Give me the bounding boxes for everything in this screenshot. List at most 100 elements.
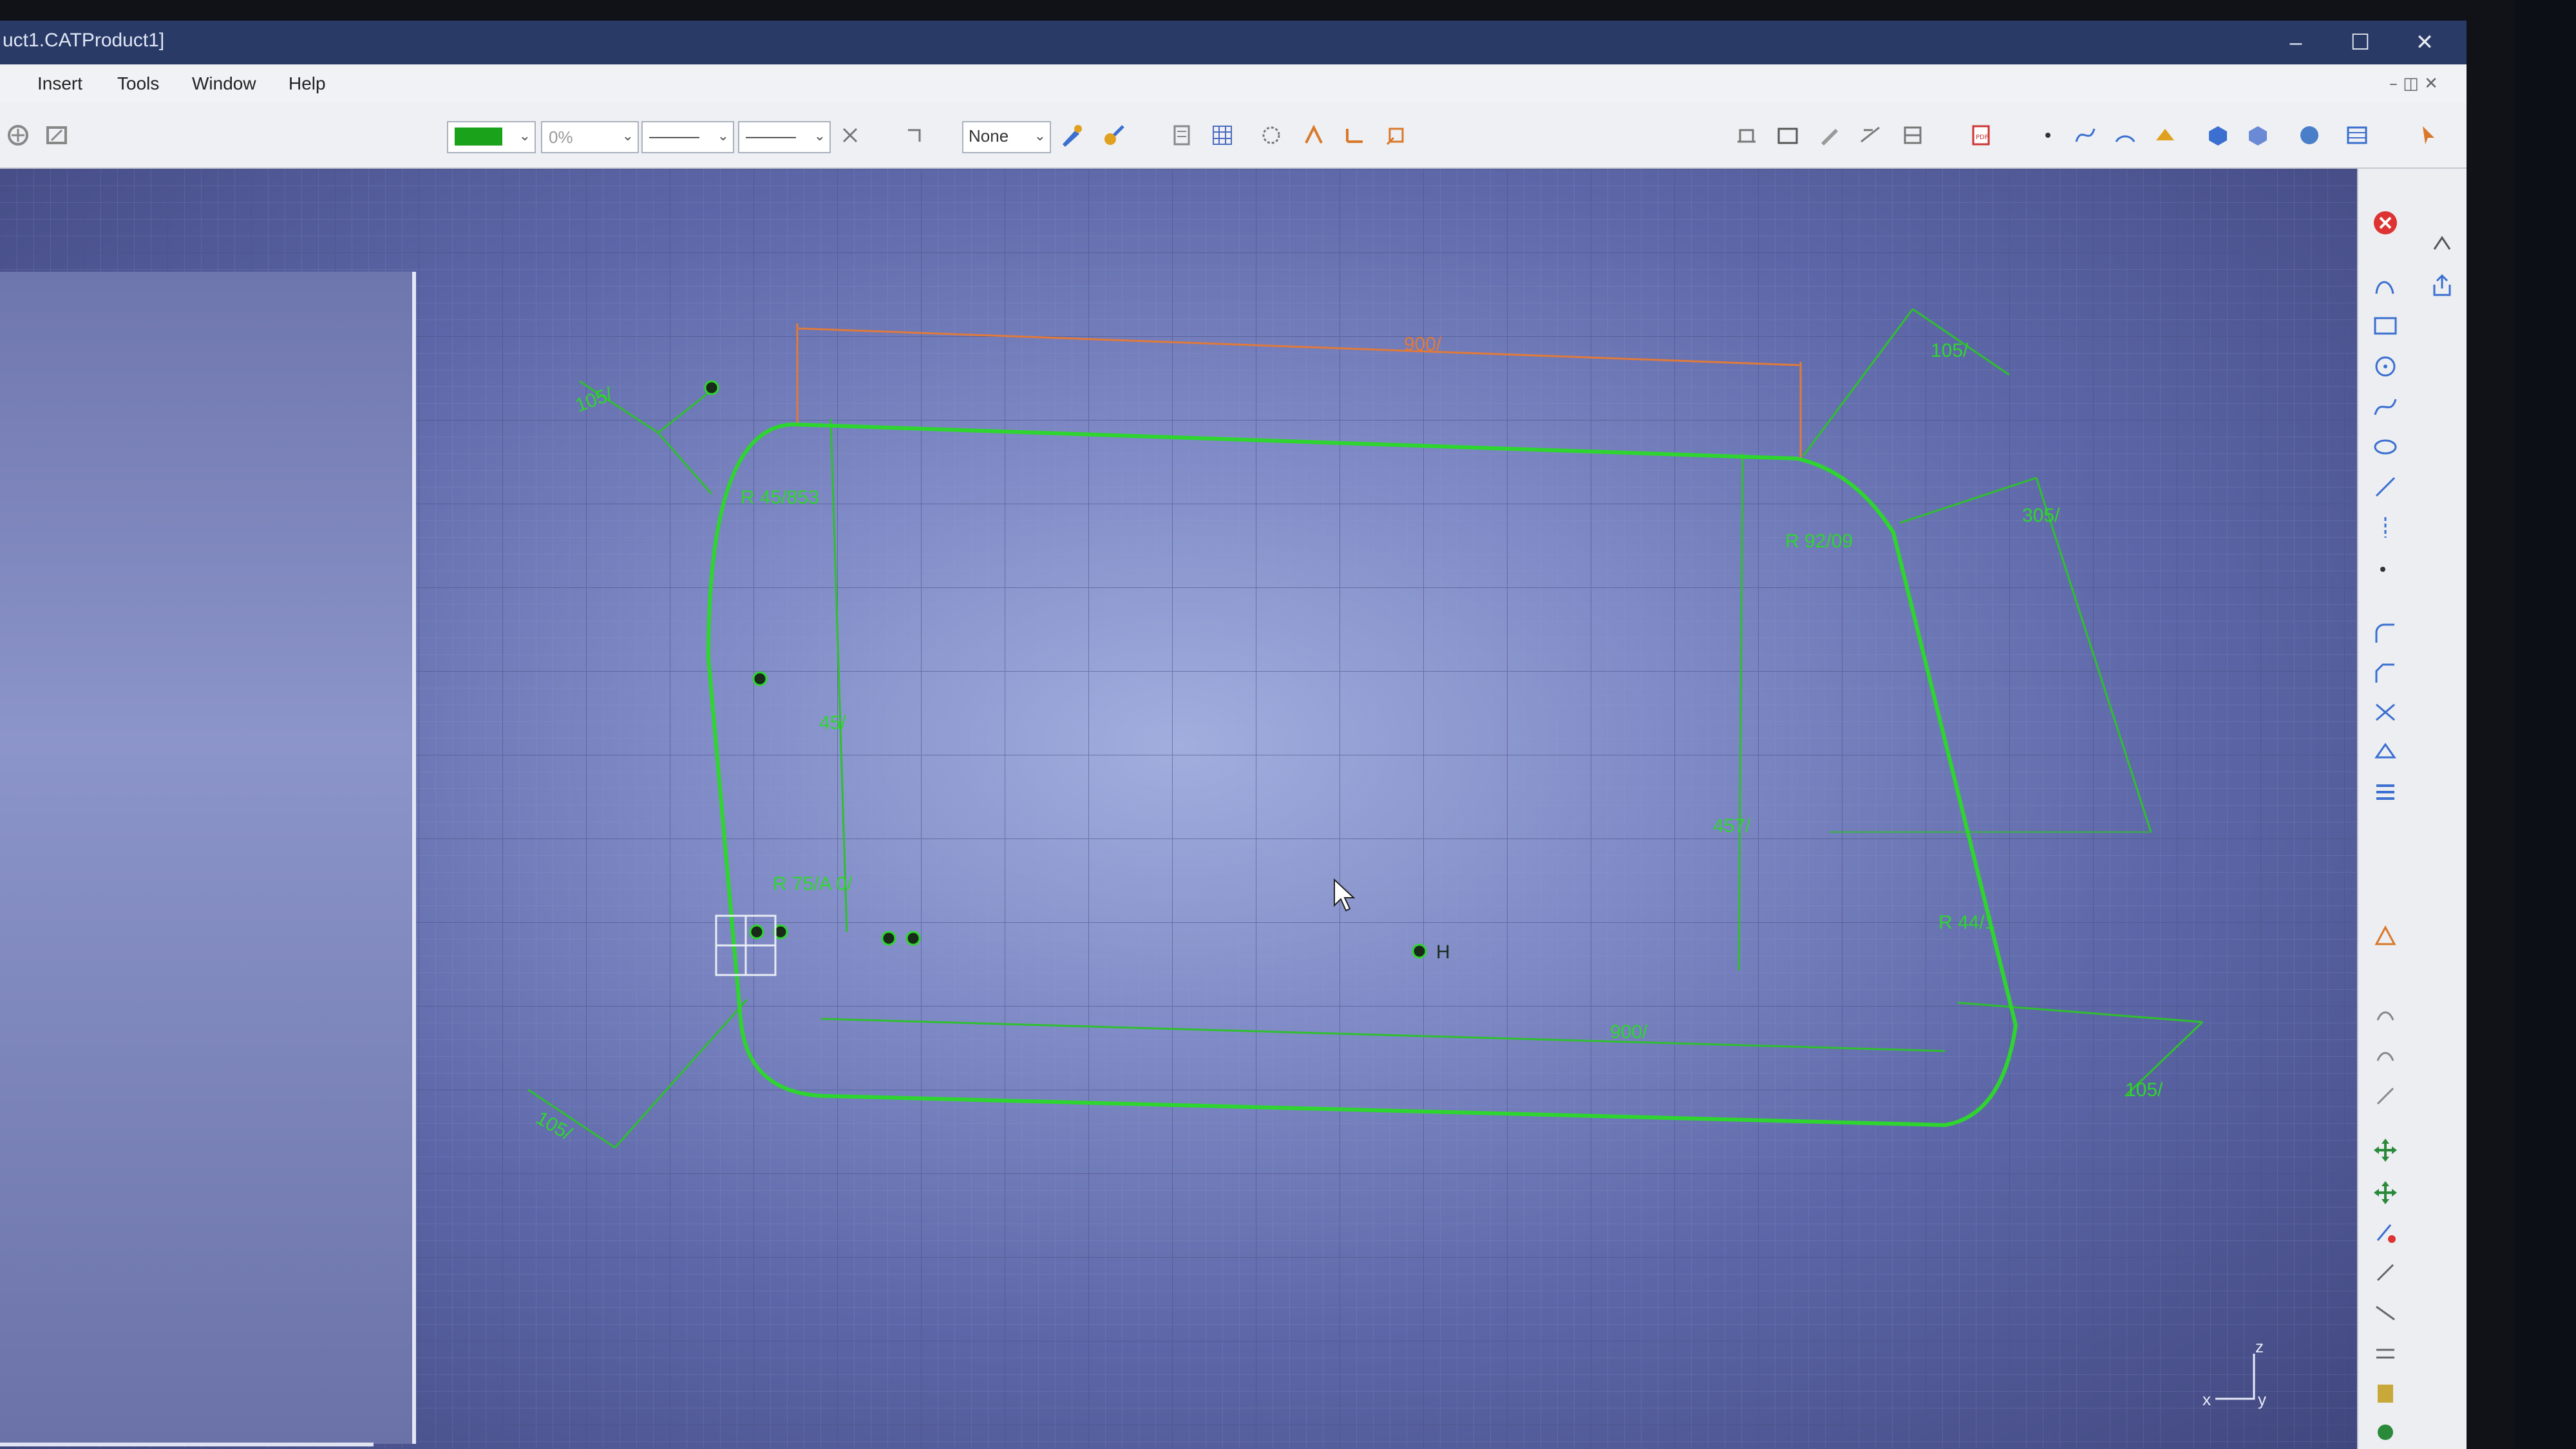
sketch-geometry: 900/ 105/ 105/ R 45/853 R 92/09 45/ 457/… [527, 308, 2204, 1149]
dim-bottom-right-angle: 105/ [2125, 1079, 2163, 1101]
properties-icon[interactable] [1101, 122, 1127, 148]
constraint-icon[interactable] [2371, 922, 2400, 951]
animate-constraint-icon[interactable] [2371, 999, 2400, 1028]
chamfer-icon[interactable] [2371, 659, 2400, 688]
layer-icon[interactable] [902, 122, 927, 148]
spline-icon[interactable] [2371, 393, 2400, 421]
minimize-button[interactable]: – [2267, 26, 2325, 59]
rotate-icon[interactable] [2371, 1179, 2400, 1207]
menu-help[interactable]: Help [289, 73, 326, 94]
svg-text:PDF: PDF [1976, 134, 1989, 141]
select-arrow-icon[interactable] [2416, 122, 2442, 148]
rectangle-tool-icon[interactable] [1775, 122, 1801, 148]
layer-select[interactable]: None ⌄ [962, 121, 1051, 153]
dim-right-height: 457/ [1713, 815, 1751, 837]
doc-window-controls[interactable]: – ◫ ✕ [2383, 71, 2460, 97]
thickness-value: ——— [746, 126, 796, 146]
profile-feature-icon[interactable] [2371, 1418, 2400, 1446]
assembly-icon[interactable] [2297, 122, 2322, 148]
table-icon[interactable] [2344, 122, 2370, 148]
trim-icon[interactable] [1857, 122, 1883, 148]
axis-z-label: z [2255, 1341, 2264, 1356]
painter-icon[interactable] [1059, 122, 1084, 148]
dim-radius-top-left: R 45/853 [741, 487, 819, 508]
title-bar: uct1.CATProduct1] – ☐ ✕ [0, 21, 2467, 64]
point-icon[interactable] [2371, 555, 2400, 583]
chevron-down-icon: ⌄ [717, 128, 729, 144]
construction-icon[interactable] [1258, 122, 1284, 148]
ellipse-icon[interactable] [2371, 433, 2400, 461]
output-feature-icon[interactable] [2371, 1379, 2400, 1408]
profile-icon[interactable] [2371, 272, 2400, 300]
intersect-icon[interactable] [2371, 1299, 2400, 1327]
color-select[interactable]: ⌄ [447, 121, 536, 153]
corner-icon[interactable] [2371, 620, 2400, 648]
mirror-icon[interactable] [1900, 122, 1926, 148]
grid-icon[interactable] [1209, 122, 1235, 148]
thickness-select[interactable]: ——— ⌄ [738, 121, 831, 153]
transparency-value: 0% [549, 128, 573, 147]
axis-icon[interactable] [2371, 513, 2400, 542]
edit-multi-constraint-icon[interactable] [2371, 1041, 2400, 1070]
geometric-constraints-icon[interactable] [1301, 122, 1327, 148]
active-dimension-line [796, 323, 1802, 459]
point-style-icon[interactable] [837, 122, 863, 148]
body-icon[interactable] [2245, 122, 2271, 148]
scale-icon[interactable] [2371, 1218, 2400, 1247]
line-icon[interactable] [2371, 473, 2400, 501]
origin-marker [715, 914, 777, 976]
menu-window[interactable]: Window [192, 73, 256, 94]
dim-radius-bottom-right: R 44/1 [1938, 912, 1995, 933]
close-button[interactable]: ✕ [2396, 26, 2454, 59]
part-icon[interactable] [2205, 122, 2231, 148]
spline-icon[interactable] [2072, 122, 2098, 148]
point-icon[interactable] [2035, 122, 2061, 148]
surface-icon[interactable] [2152, 122, 2178, 148]
profile-tool-icon[interactable] [1734, 122, 1759, 148]
constraint-symbols [704, 380, 1427, 959]
chevron-down-icon: ⌄ [813, 128, 826, 144]
menu-insert[interactable]: Insert [37, 73, 82, 94]
project-icon[interactable] [2371, 1340, 2400, 1368]
update-icon[interactable] [2428, 230, 2456, 258]
exit-sketch-icon[interactable] [2371, 209, 2400, 237]
dimension-lines [527, 308, 2204, 1149]
dim-radius-bottom-left: R 75/A 0/ [773, 873, 853, 895]
chevron-down-icon: ⌄ [518, 128, 531, 144]
menu-tools[interactable]: Tools [117, 73, 159, 94]
dimensional-constraints-icon[interactable] [1342, 122, 1368, 148]
dim-top-left-angle: 105/ [573, 383, 616, 416]
constraint-tool-icon[interactable] [1383, 122, 1409, 148]
offset-icon[interactable] [2371, 1258, 2400, 1287]
trim-icon[interactable] [2371, 698, 2400, 726]
circle-icon[interactable] [2371, 352, 2400, 381]
horizontal-scrollbar[interactable] [0, 1443, 374, 1446]
export-icon[interactable] [2428, 272, 2456, 300]
pencil-icon[interactable] [1816, 122, 1842, 148]
axis-y-label: y [2258, 1390, 2266, 1409]
graphic-properties-toolbar: ⌄ 0% ⌄ ——— ⌄ ——— ⌄ None ⌄ PDF [0, 103, 2467, 169]
sketch-plane-icon[interactable] [1170, 122, 1195, 148]
sketch-analysis-icon[interactable] [2371, 1082, 2400, 1110]
sketch-viewport[interactable]: 900/ 105/ 105/ R 45/853 R 92/09 45/ 457/… [0, 169, 2357, 1449]
pdf-icon[interactable]: PDF [1968, 122, 1994, 148]
chevron-down-icon: ⌄ [621, 128, 634, 144]
translate-icon[interactable] [2371, 1136, 2400, 1164]
tree-expand-icon[interactable] [5, 122, 31, 148]
maximize-button[interactable]: ☐ [2331, 26, 2389, 59]
linetype-select[interactable]: ——— ⌄ [641, 121, 734, 153]
fit-all-icon[interactable] [44, 122, 70, 148]
axis-triad: z x y [2202, 1341, 2266, 1409]
arc-icon[interactable] [2112, 122, 2138, 148]
dim-top-length: 900/ [1404, 334, 1442, 355]
project-3d-icon[interactable] [2371, 778, 2400, 806]
mirror-icon[interactable] [2371, 738, 2400, 766]
chevron-down-icon: ⌄ [1034, 128, 1046, 144]
sketch-profile[interactable] [706, 422, 2018, 1128]
dimension-labels: 900/ 105/ 105/ R 45/853 R 92/09 45/ 457/… [533, 334, 2164, 1145]
dim-bottom-left-angle: 105/ [533, 1107, 576, 1144]
svg-text:– ◫ ✕: – ◫ ✕ [2389, 74, 2438, 93]
mouse-cursor-icon [1334, 878, 1356, 912]
transparency-select[interactable]: 0% ⌄ [541, 121, 639, 153]
rectangle-icon[interactable] [2371, 312, 2400, 340]
